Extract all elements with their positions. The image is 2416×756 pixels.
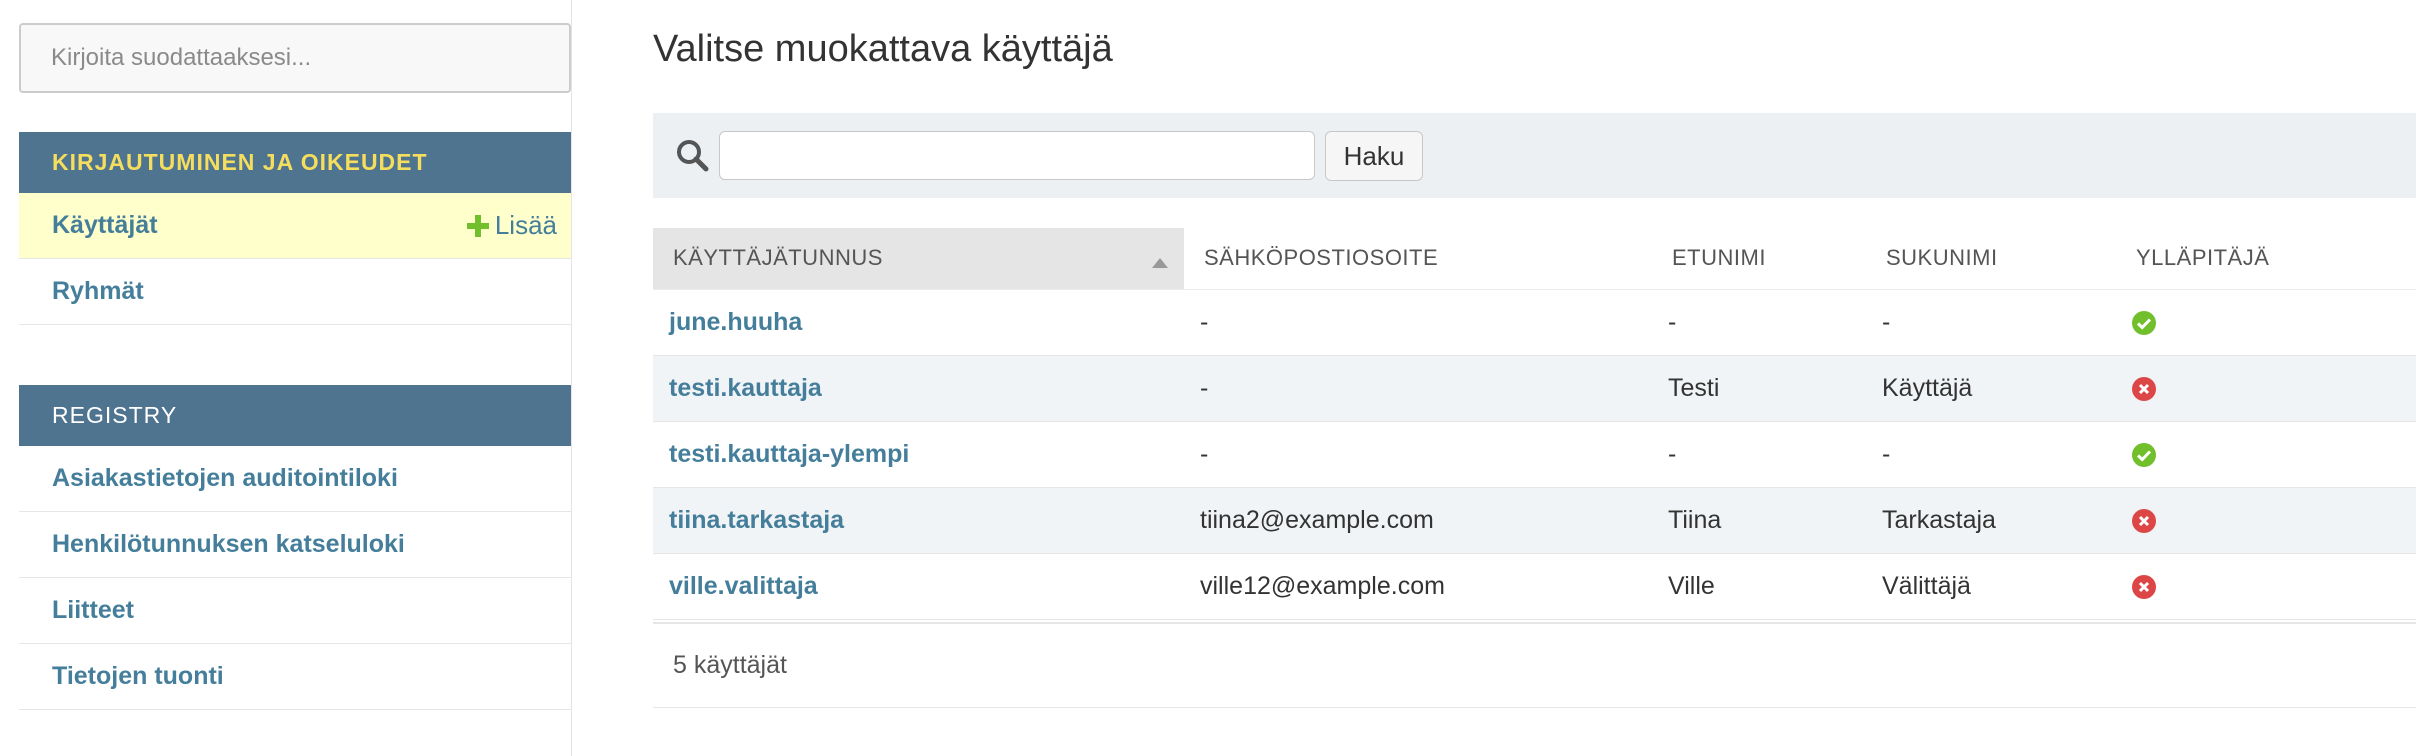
column-header-staff[interactable]: YLLÄPITÄJÄ xyxy=(2116,228,2416,290)
sidebar-nav: KIRJAUTUMINEN JA OIKEUDET Käyttäjät Lisä… xyxy=(0,0,572,756)
cross-icon xyxy=(2132,376,2156,401)
email-cell: tiina2@example.com xyxy=(1184,487,1652,554)
sidebar-item-label[interactable]: Käyttäjät xyxy=(52,211,158,240)
result-count: 5 käyttäjät xyxy=(653,622,2416,708)
username-link[interactable]: tiina.tarkastaja xyxy=(669,506,844,534)
column-header-username[interactable]: KÄYTTÄJÄTUNNUS xyxy=(653,228,1184,290)
sidebar-item-users[interactable]: Käyttäjät Lisää xyxy=(19,193,571,259)
check-icon xyxy=(2132,310,2156,335)
search-toolbar: Haku xyxy=(653,113,2416,198)
search-input[interactable] xyxy=(719,131,1315,180)
first-name-cell: Testi xyxy=(1652,355,1866,422)
page-title: Valitse muokattava käyttäjä xyxy=(653,28,1113,70)
username-link[interactable]: testi.kauttaja xyxy=(669,374,822,402)
email-cell: - xyxy=(1184,421,1652,488)
column-header-last-name[interactable]: SUKUNIMI xyxy=(1866,228,2116,290)
module-auth: KIRJAUTUMINEN JA OIKEUDET Käyttäjät Lisä… xyxy=(19,132,571,325)
module-caption-registry[interactable]: REGISTRY xyxy=(19,385,571,446)
email-cell: - xyxy=(1184,355,1652,422)
search-icon xyxy=(677,140,709,172)
sidebar-item-audit-log[interactable]: Asiakastietojen auditointiloki xyxy=(19,446,571,512)
plus-icon xyxy=(466,214,489,237)
results-table: KÄYTTÄJÄTUNNUS SÄHKÖPOSTIOSOITE ETUNIMI … xyxy=(653,228,2416,620)
sidebar-item-attachments[interactable]: Liitteet xyxy=(19,578,571,644)
module-caption-auth[interactable]: KIRJAUTUMINEN JA OIKEUDET xyxy=(19,132,571,193)
last-name-cell: - xyxy=(1866,421,2116,488)
email-cell: - xyxy=(1184,289,1652,356)
column-header-first-name[interactable]: ETUNIMI xyxy=(1652,228,1866,290)
table-row: ville.valittaja ville12@example.com Vill… xyxy=(653,553,2416,620)
sidebar-filter-input[interactable] xyxy=(19,23,571,93)
sidebar-item-ssn-view-log[interactable]: Henkilötunnuksen katseluloki xyxy=(19,512,571,578)
add-user-link[interactable]: Lisää xyxy=(466,210,557,241)
sidebar-item-label[interactable]: Asiakastietojen auditointiloki xyxy=(52,464,398,493)
search-button[interactable]: Haku xyxy=(1325,131,1423,181)
column-label[interactable]: SÄHKÖPOSTIOSOITE xyxy=(1204,245,1438,270)
sidebar-item-label[interactable]: Liitteet xyxy=(52,596,134,625)
first-name-cell: Ville xyxy=(1652,553,1866,620)
first-name-cell: Tiina xyxy=(1652,487,1866,554)
username-link[interactable]: testi.kauttaja-ylempi xyxy=(669,440,909,468)
table-row: testi.kauttaja-ylempi - - - xyxy=(653,421,2416,488)
sort-ascending-icon[interactable] xyxy=(1152,258,1168,268)
username-link[interactable]: june.huuha xyxy=(669,308,802,336)
username-link[interactable]: ville.valittaja xyxy=(669,572,818,600)
last-name-cell: - xyxy=(1866,289,2116,356)
cross-icon xyxy=(2132,574,2156,599)
table-header-row: KÄYTTÄJÄTUNNUS SÄHKÖPOSTIOSOITE ETUNIMI … xyxy=(653,228,2416,290)
last-name-cell: Käyttäjä xyxy=(1866,355,2116,422)
email-cell: ville12@example.com xyxy=(1184,553,1652,620)
add-user-label[interactable]: Lisää xyxy=(495,210,557,241)
column-header-email[interactable]: SÄHKÖPOSTIOSOITE xyxy=(1184,228,1652,290)
sidebar-item-groups[interactable]: Ryhmät xyxy=(19,259,571,325)
first-name-cell: - xyxy=(1652,421,1866,488)
check-icon xyxy=(2132,442,2156,467)
last-name-cell: Tarkastaja xyxy=(1866,487,2116,554)
sidebar-item-label[interactable]: Ryhmät xyxy=(52,277,144,306)
sidebar-item-data-import[interactable]: Tietojen tuonti xyxy=(19,644,571,710)
last-name-cell: Välittäjä xyxy=(1866,553,2116,620)
table-row: tiina.tarkastaja tiina2@example.com Tiin… xyxy=(653,487,2416,554)
column-label[interactable]: SUKUNIMI xyxy=(1886,245,1998,270)
column-label[interactable]: KÄYTTÄJÄTUNNUS xyxy=(673,245,883,270)
sidebar-item-label[interactable]: Henkilötunnuksen katseluloki xyxy=(52,530,405,559)
table-row: june.huuha - - - xyxy=(653,289,2416,356)
table-row: testi.kauttaja - Testi Käyttäjä xyxy=(653,355,2416,422)
cross-icon xyxy=(2132,508,2156,533)
first-name-cell: - xyxy=(1652,289,1866,356)
column-label[interactable]: YLLÄPITÄJÄ xyxy=(2136,245,2269,270)
module-registry: REGISTRY Asiakastietojen auditointiloki … xyxy=(19,385,571,710)
column-label[interactable]: ETUNIMI xyxy=(1672,245,1766,270)
sidebar-item-label[interactable]: Tietojen tuonti xyxy=(52,662,224,691)
